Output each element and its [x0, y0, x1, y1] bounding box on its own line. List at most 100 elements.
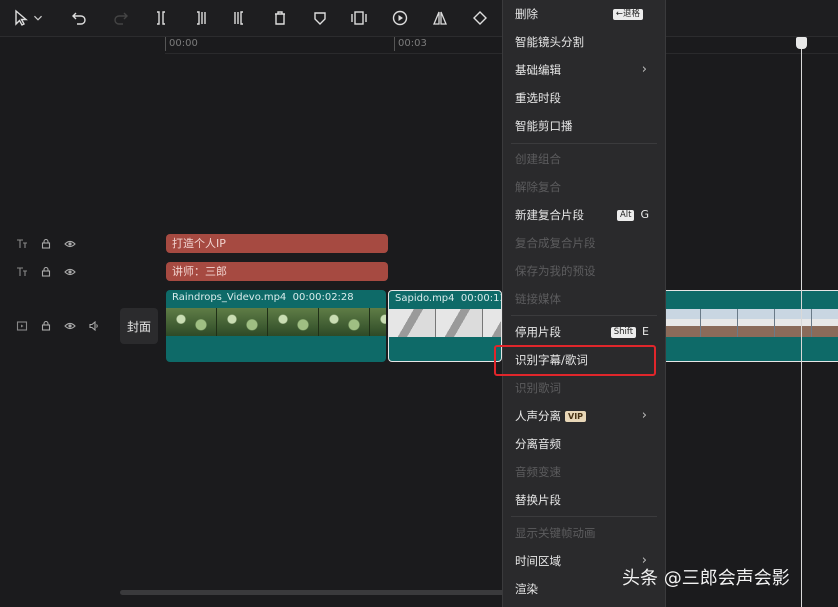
- menu-item-vocal-separation[interactable]: 人声分离 VIP ›: [503, 402, 665, 430]
- menu-divider: [511, 516, 657, 517]
- chevron-down-icon: [34, 15, 42, 21]
- mirror-icon: [433, 11, 447, 25]
- menu-item-reselect-range[interactable]: 重选时段: [503, 84, 665, 112]
- text-track-icon: [10, 238, 34, 250]
- split-left-button[interactable]: [188, 6, 214, 30]
- split-right-button[interactable]: [226, 6, 252, 30]
- menu-item-label: 链接媒体: [515, 292, 561, 306]
- eye-icon[interactable]: [58, 266, 82, 278]
- shortcut-key: Alt: [616, 209, 635, 221]
- split-left-icon: [197, 11, 206, 25]
- menu-item-label: 识别歌词: [515, 381, 561, 395]
- playhead-line[interactable]: [801, 37, 802, 607]
- clip-header: Raindrops_Videvo.mp4 00:00:02:28: [166, 290, 386, 306]
- speaker-icon[interactable]: [82, 320, 106, 332]
- menu-item-label: 复合成复合片段: [515, 236, 596, 250]
- clip-duration: 00:00:02:28: [292, 292, 354, 303]
- eye-icon[interactable]: [58, 320, 82, 332]
- timeline-scrollbar[interactable]: [120, 590, 510, 595]
- mirror-button[interactable]: [427, 6, 453, 30]
- undo-button[interactable]: [66, 6, 92, 30]
- clip-header: Sapido.mp4 00:00:13: [389, 291, 501, 307]
- shortcut-letter: E: [642, 325, 649, 338]
- menu-item-replace-clip[interactable]: 替换片段: [503, 486, 665, 514]
- menu-item-label: 停用片段: [515, 325, 561, 339]
- redo-button[interactable]: [108, 6, 134, 30]
- select-dropdown-button[interactable]: [30, 6, 46, 30]
- menu-item-label: 创建组合: [515, 152, 561, 166]
- cursor-icon: [15, 9, 28, 26]
- menu-item-show-keyframes: 显示关键帧动画: [503, 519, 665, 547]
- shortcut-key: ←退格: [612, 8, 643, 20]
- menu-item-label: 重选时段: [515, 91, 561, 105]
- menu-item-combine-compound: 复合成复合片段: [503, 229, 665, 257]
- shield-icon: [314, 12, 326, 25]
- menu-item-label: 时间区域: [515, 554, 561, 568]
- rotate-icon: [473, 11, 487, 25]
- chevron-right-icon: ›: [641, 62, 647, 77]
- video-track-controls: [10, 314, 106, 338]
- video-clip-sapido[interactable]: Sapido.mp4 00:00:13: [388, 290, 502, 362]
- menu-item-save-preset: 保存为我的预设: [503, 257, 665, 285]
- play-button[interactable]: [387, 6, 413, 30]
- text-clip[interactable]: 讲师：三郎: [166, 262, 388, 281]
- menu-item-label: 解除复合: [515, 180, 561, 194]
- menu-item-create-group: 创建组合: [503, 145, 665, 173]
- delete-button[interactable]: [267, 6, 293, 30]
- text-clip[interactable]: 打造个人IP: [166, 234, 388, 253]
- video-track-icon: [10, 320, 34, 332]
- cover-button[interactable]: 封面: [120, 308, 158, 344]
- clip-name: Sapido.mp4: [395, 293, 455, 304]
- mark-button[interactable]: [307, 6, 333, 30]
- text-track-icon: [10, 266, 34, 278]
- clip-thumbnails: [664, 309, 838, 337]
- video-clip-continuation[interactable]: [664, 290, 838, 362]
- menu-item-label: 智能镜头分割: [515, 35, 584, 49]
- freeze-frame-button[interactable]: [346, 6, 372, 30]
- menu-item-delete[interactable]: 删除 ←退格: [503, 0, 665, 28]
- menu-item-label: 音频变速: [515, 465, 561, 479]
- trash-icon: [275, 11, 285, 25]
- menu-item-disable-clip[interactable]: 停用片段 Shift E: [503, 318, 665, 346]
- menu-item-audio-speed: 音频变速: [503, 458, 665, 486]
- lock-icon[interactable]: [34, 320, 58, 332]
- menu-item-label: 基础编辑: [515, 63, 561, 77]
- eye-icon[interactable]: [58, 238, 82, 250]
- menu-item-label: 替换片段: [515, 493, 561, 507]
- highlight-box: [494, 345, 656, 376]
- clip-thumbnails: [389, 309, 501, 337]
- undo-icon: [72, 12, 86, 25]
- menu-item-label: 新建复合片段: [515, 208, 584, 222]
- menu-item-label: 智能剪口播: [515, 119, 573, 133]
- playhead-handle[interactable]: [796, 37, 807, 49]
- shortcut-key: Shift: [610, 326, 637, 338]
- lock-icon[interactable]: [34, 238, 58, 250]
- menu-item-basic-edit[interactable]: 基础编辑 ›: [503, 56, 665, 84]
- ruler-label: 00:00: [169, 38, 198, 49]
- menu-item-label: 显示关键帧动画: [515, 526, 596, 540]
- split-icon: [157, 11, 165, 25]
- play-circle-icon: [392, 10, 408, 26]
- rotate-button[interactable]: [467, 6, 493, 30]
- split-right-icon: [234, 11, 243, 25]
- text-track-2-controls: [10, 260, 82, 284]
- menu-item-link-media: 链接媒体: [503, 285, 665, 313]
- menu-item-new-compound-clip[interactable]: 新建复合片段 Alt G: [503, 201, 665, 229]
- lock-icon[interactable]: [34, 266, 58, 278]
- clip-duration: 00:00:13: [460, 293, 501, 304]
- split-button[interactable]: [148, 6, 174, 30]
- redo-icon: [114, 12, 128, 25]
- menu-item-ungroup: 解除复合: [503, 173, 665, 201]
- text-track-1-controls: [10, 232, 82, 256]
- shortcut-letter: G: [640, 208, 649, 221]
- menu-item-separate-audio[interactable]: 分离音频: [503, 430, 665, 458]
- context-menu: 删除 ←退格 智能镜头分割 基础编辑 › 重选时段 智能剪口播 创建组合 解除复合…: [502, 0, 666, 607]
- video-clip-raindrops[interactable]: Raindrops_Videvo.mp4 00:00:02:28: [166, 290, 386, 362]
- freeze-frame-icon: [351, 11, 367, 25]
- ruler-label: 00:03: [398, 38, 427, 49]
- watermark: 头条 @三郎会声会影: [622, 568, 790, 589]
- menu-item-smart-scene-split[interactable]: 智能镜头分割: [503, 28, 665, 56]
- menu-item-smart-speech-cut[interactable]: 智能剪口播: [503, 112, 665, 140]
- menu-item-label: 渲染: [515, 582, 538, 596]
- vip-badge: VIP: [565, 411, 587, 422]
